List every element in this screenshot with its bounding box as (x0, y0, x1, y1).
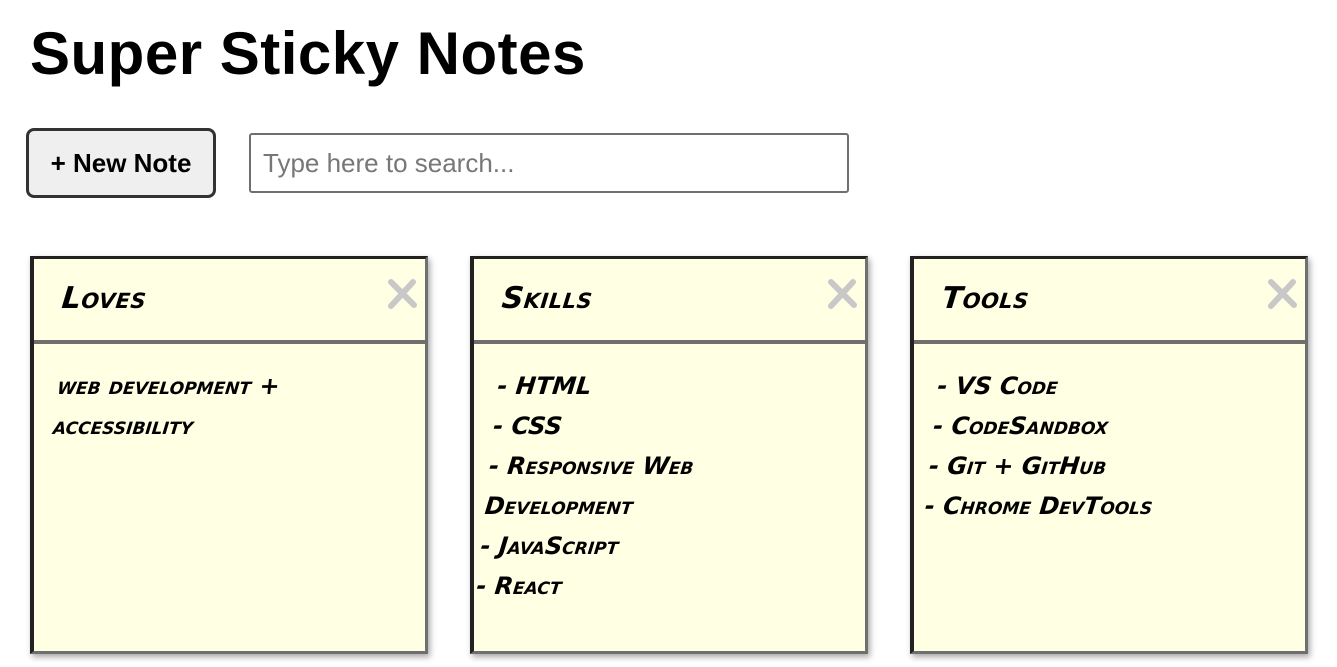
close-icon (385, 277, 419, 311)
delete-note-button[interactable] (1265, 277, 1299, 311)
note-line: accessibility (51, 412, 195, 440)
note-header: Skills (474, 259, 865, 344)
notes-list: Loves web development + accessibility Sk… (30, 256, 1320, 656)
note-line: - VS Code (936, 372, 1060, 400)
note-card: Loves web development + accessibility (30, 256, 428, 654)
page-title: Super Sticky Notes (30, 20, 586, 87)
note-line: - HTML (496, 372, 594, 400)
note-header: Loves (34, 259, 425, 344)
note-title-input[interactable]: Tools (940, 281, 1031, 316)
note-body-textarea[interactable]: - VS Code - CodeSandbox - Git + GitHub -… (895, 344, 1305, 526)
note-line: Development (483, 492, 635, 520)
note-title-input[interactable]: Loves (60, 281, 148, 316)
delete-note-button[interactable] (385, 277, 419, 311)
note-line: - CSS (491, 412, 564, 440)
note-card: Tools - VS Code - CodeSandbox - Git + Gi… (910, 256, 1308, 654)
note-body-textarea[interactable]: web development + accessibility (23, 344, 425, 446)
delete-note-button[interactable] (825, 277, 859, 311)
app-root: Super Sticky Notes + New Note Loves web … (0, 0, 1337, 667)
note-line: web development + (56, 372, 282, 400)
new-note-button[interactable]: + New Note (26, 128, 216, 198)
note-line: - JavaScript (479, 532, 620, 560)
search-input[interactable] (249, 133, 849, 193)
note-line: - Git + GitHub (927, 452, 1108, 480)
note-line: - React (475, 572, 564, 600)
note-card: Skills - HTML - CSS - Responsive Web Dev… (470, 256, 868, 654)
note-line: - Chrome DevTools (923, 492, 1155, 520)
note-header: Tools (914, 259, 1305, 344)
note-line: - Responsive Web (487, 452, 696, 480)
note-line: - CodeSandbox (931, 412, 1110, 440)
note-body-textarea[interactable]: - HTML - CSS - Responsive Web Developmen… (446, 344, 865, 606)
note-title-input[interactable]: Skills (500, 281, 594, 316)
close-icon (825, 277, 859, 311)
close-icon (1265, 277, 1299, 311)
